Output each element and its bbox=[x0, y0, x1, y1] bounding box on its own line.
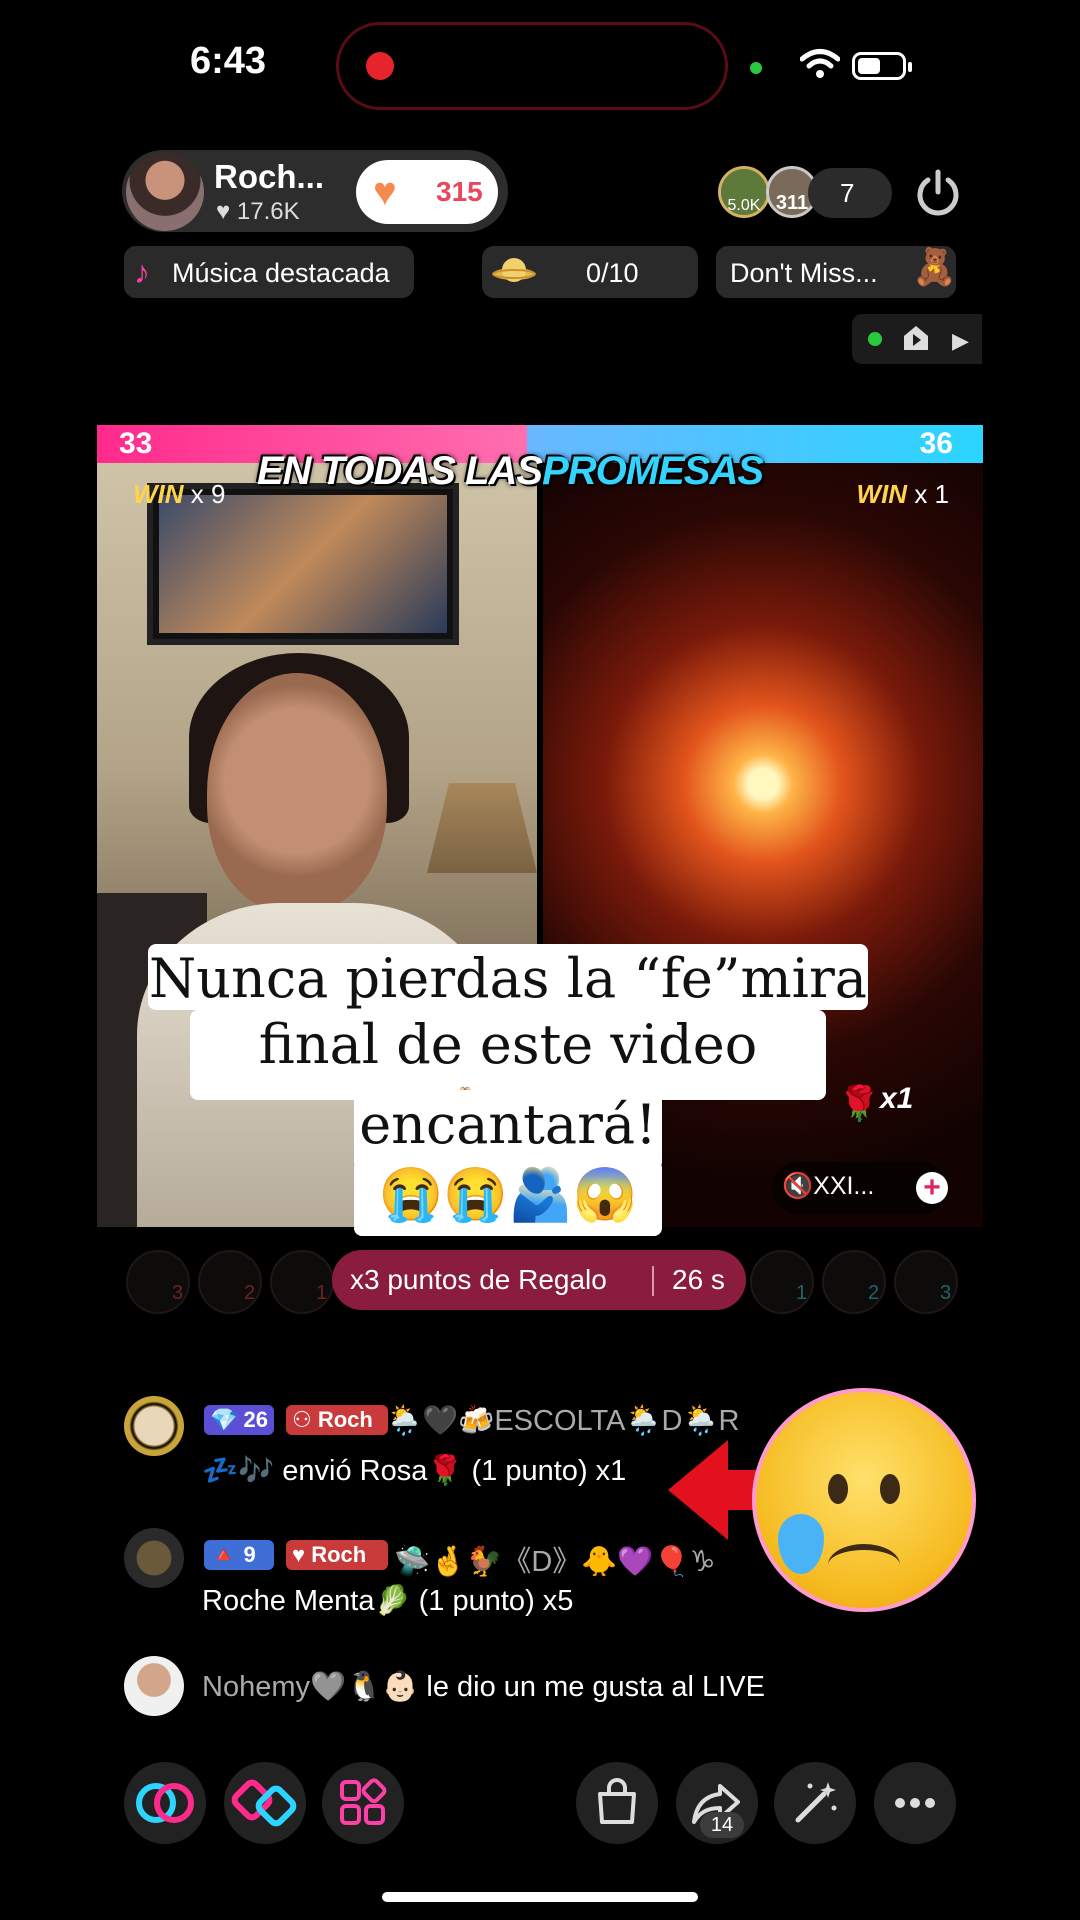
viewer-badge: 311 bbox=[775, 192, 809, 214]
chat-avatar[interactable] bbox=[124, 1656, 184, 1716]
gift-points-label: x3 puntos de Regalo bbox=[350, 1264, 607, 1295]
top-viewer-avatar[interactable]: 5.0K bbox=[718, 166, 770, 218]
level-badge: 🔺 9 bbox=[204, 1540, 274, 1570]
rank-number: 1 bbox=[316, 1282, 328, 1304]
banner-white: EN TODAS LAS bbox=[257, 449, 543, 493]
score-left: 33 bbox=[119, 427, 153, 460]
chat-like-line: Nohemy🩶🐧👶🏻 le dio un me gusta al LIVE bbox=[202, 1671, 765, 1703]
rank-number: 2 bbox=[868, 1282, 880, 1304]
bear-icon: 🧸 bbox=[912, 246, 957, 287]
record-dot bbox=[366, 52, 394, 80]
wifi-icon bbox=[800, 49, 840, 78]
score-right: 36 bbox=[919, 427, 953, 460]
chat-message: 💤🎶 envió Rosa🌹 (1 punto) x1 bbox=[202, 1455, 627, 1487]
separator bbox=[652, 1266, 654, 1296]
caption-line-3: encantará! bbox=[354, 1090, 662, 1170]
versus-icon bbox=[231, 1779, 297, 1827]
link-button[interactable] bbox=[124, 1762, 206, 1844]
fan-badge: ⚇ Roch bbox=[286, 1405, 388, 1435]
caption-line-4: 😭😭🫂😱 bbox=[354, 1160, 662, 1236]
sad-emoji-icon bbox=[752, 1388, 976, 1612]
featured-music-label: Música destacada bbox=[172, 258, 390, 288]
rank-number: 1 bbox=[796, 1282, 808, 1304]
more-button[interactable] bbox=[874, 1762, 956, 1844]
live-dot bbox=[868, 332, 882, 346]
camera-indicator bbox=[750, 62, 762, 74]
apps-button[interactable] bbox=[322, 1762, 404, 1844]
win-streak-right: WIN x 1 bbox=[856, 479, 949, 509]
play-icon[interactable]: ▶ bbox=[952, 328, 969, 354]
chat-avatar[interactable] bbox=[124, 1528, 184, 1588]
caption-line-2: final de este video 🙏🏻!Te bbox=[190, 1010, 826, 1146]
status-time: 6:43 bbox=[190, 40, 267, 82]
shop-button[interactable] bbox=[576, 1762, 658, 1844]
goal-progress: 0/10 bbox=[586, 258, 639, 288]
heart-icon: ♥ bbox=[373, 170, 397, 214]
rank-number: 3 bbox=[940, 1282, 952, 1304]
link-icon bbox=[136, 1783, 194, 1823]
battle-banner: EN TODAS LASPROMESAS bbox=[257, 449, 764, 494]
more-icon bbox=[895, 1798, 935, 1808]
heart-count: 315 bbox=[436, 176, 483, 207]
planet-icon bbox=[492, 258, 536, 282]
power-icon[interactable] bbox=[912, 166, 964, 218]
home-indicator[interactable] bbox=[382, 1892, 698, 1902]
win-streak-left: WIN x 9 bbox=[133, 479, 226, 509]
chat-username[interactable]: Nohemy🩶🐧👶🏻 bbox=[202, 1671, 418, 1703]
battery-icon bbox=[852, 52, 912, 80]
dont-miss-label: Don't Miss... bbox=[730, 258, 878, 288]
chat-avatar[interactable] bbox=[124, 1396, 184, 1456]
level-badge: 💎 26 bbox=[204, 1405, 274, 1435]
caption-line-1: Nunca pierdas la “fe”mira el bbox=[148, 944, 868, 1080]
mute-label: 🔇XXI... bbox=[782, 1172, 875, 1200]
chat-username[interactable]: 🛸🤞🐓《D》🐥💜🎈♑ bbox=[394, 1538, 774, 1580]
host-likes: ♥ 17.6K bbox=[216, 198, 300, 225]
bag-icon bbox=[598, 1778, 636, 1824]
host-name[interactable]: Roch... bbox=[214, 158, 324, 196]
rank-number: 2 bbox=[244, 1282, 256, 1304]
host-face bbox=[207, 673, 387, 913]
versus-button[interactable] bbox=[224, 1762, 306, 1844]
host-avatar[interactable] bbox=[126, 153, 204, 231]
home-icon[interactable] bbox=[900, 322, 932, 354]
effects-button[interactable] bbox=[774, 1762, 856, 1844]
viewer-count: 7 bbox=[840, 178, 855, 208]
banner-blue: PROMESAS bbox=[542, 449, 764, 493]
plus-icon[interactable]: + bbox=[916, 1172, 948, 1204]
gift-timer: 26 s bbox=[672, 1264, 725, 1295]
lamp bbox=[427, 783, 537, 873]
apps-icon bbox=[340, 1778, 387, 1825]
chat-username[interactable]: 🌦️🖤🍻ESCOLTA🌦️D🌦️R bbox=[386, 1404, 766, 1438]
fan-badge: ♥ Roch bbox=[286, 1540, 388, 1570]
chat-message: Roche Menta🥬 (1 punto) x5 bbox=[202, 1585, 574, 1617]
rank-number: 3 bbox=[172, 1282, 184, 1304]
music-note-icon: ♪ bbox=[134, 254, 150, 290]
dynamic-island bbox=[336, 22, 728, 110]
magic-wand-icon bbox=[795, 1782, 837, 1823]
viewer-badge: 5.0K bbox=[727, 197, 761, 214]
share-count: 14 bbox=[700, 1812, 744, 1838]
